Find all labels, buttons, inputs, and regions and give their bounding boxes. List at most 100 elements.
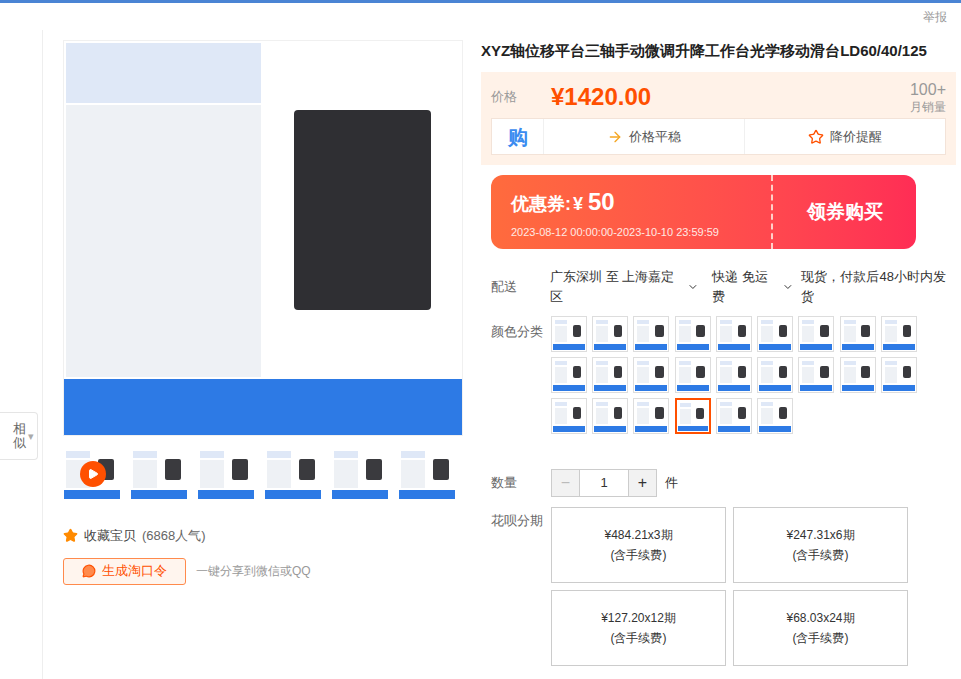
play-icon[interactable] xyxy=(80,461,106,487)
color-option[interactable] xyxy=(675,357,711,393)
delivery-row: 配送广东深圳 至 上海嘉定区快递 免运费现货，付款后48小时内发货 xyxy=(481,267,956,306)
star-outline-icon xyxy=(808,129,824,145)
gallery: 收藏宝贝(6868人气) 生成淘口令一键分享到微信或QQ xyxy=(43,40,463,679)
color-option[interactable] xyxy=(675,398,711,434)
product-picture xyxy=(64,41,462,435)
color-row: 颜色分类 xyxy=(481,316,956,434)
color-option[interactable] xyxy=(551,398,587,434)
product-picture xyxy=(678,401,708,431)
price-trend[interactable]: 价格平稳 xyxy=(544,119,745,154)
color-option[interactable] xyxy=(716,316,752,352)
thumbnail-row xyxy=(63,448,463,500)
product-picture xyxy=(883,318,915,350)
product-picture xyxy=(553,400,585,432)
product-picture xyxy=(800,318,832,350)
plus-button[interactable]: + xyxy=(629,470,656,496)
quantity-input[interactable]: 1 xyxy=(579,470,629,496)
product-picture xyxy=(553,359,585,391)
product-title: XYZ轴位移平台三轴手动微调升降工作台光学移动滑台LD60/40/125 xyxy=(481,40,956,62)
route-select[interactable]: 广东深圳 至 上海嘉定区 xyxy=(550,267,698,306)
installment-row: 花呗分期¥484.21x3期(含手续费)¥247.31x6期(含手续费)¥127… xyxy=(481,507,956,666)
page: 举报相似▾ 收藏宝贝(6868人气) 生成淘口令一键分享到微信或QQ XYZ轴位移平台… xyxy=(0,0,961,679)
share-hint: 一键分享到微信或QQ xyxy=(196,562,311,580)
color-option[interactable] xyxy=(881,357,917,393)
color-option[interactable] xyxy=(592,316,628,352)
product-picture xyxy=(718,359,750,391)
header-row: 举报 xyxy=(0,3,961,30)
dropdown-icon xyxy=(782,281,794,293)
product-picture xyxy=(718,318,750,350)
thumbnail[interactable] xyxy=(331,448,389,500)
price-alert[interactable]: 降价提醒 xyxy=(745,119,945,154)
color-option[interactable] xyxy=(633,316,669,352)
product-picture xyxy=(842,359,874,391)
product-picture xyxy=(635,400,667,432)
buy-badge: 购 xyxy=(492,119,544,154)
product-picture xyxy=(265,449,321,499)
favorite[interactable]: 收藏宝贝(6868人气) xyxy=(63,526,463,546)
installment-option[interactable]: ¥484.21x3期(含手续费) xyxy=(551,507,726,583)
product-picture xyxy=(131,449,187,499)
dropdown-icon xyxy=(687,281,699,293)
product-picture xyxy=(594,359,626,391)
color-option[interactable] xyxy=(592,357,628,393)
product-picture xyxy=(553,318,585,350)
product-picture xyxy=(718,400,750,432)
price-panel: 价格¥1420.00100+月销量购价格平稳降价提醒 xyxy=(481,72,956,165)
color-option[interactable] xyxy=(675,316,711,352)
quantity-row: 数量−1+件 xyxy=(481,469,956,497)
color-option[interactable] xyxy=(551,316,587,352)
product-picture xyxy=(635,318,667,350)
color-option[interactable] xyxy=(716,357,752,393)
color-option[interactable] xyxy=(881,316,917,352)
product-picture xyxy=(883,359,915,391)
color-option[interactable] xyxy=(757,398,793,434)
sales: 100+月销量 xyxy=(910,80,946,115)
color-option[interactable] xyxy=(592,398,628,434)
main: 收藏宝贝(6868人气) 生成淘口令一键分享到微信或QQ XYZ轴位移平台三轴手动微… xyxy=(42,30,961,679)
arrow-icon xyxy=(607,129,623,145)
color-option[interactable] xyxy=(840,357,876,393)
minus-button[interactable]: − xyxy=(552,470,579,496)
installment-option[interactable]: ¥68.03x24期(含手续费) xyxy=(733,590,908,666)
coupon[interactable]: 优惠券:¥502023-08-12 00:00:00-2023-10-10 23… xyxy=(491,175,916,249)
product-picture xyxy=(594,400,626,432)
color-option[interactable] xyxy=(798,357,834,393)
product-picture xyxy=(800,359,832,391)
product-picture xyxy=(332,449,388,499)
product-picture xyxy=(198,449,254,499)
thumbnail[interactable] xyxy=(130,448,188,500)
color-option[interactable] xyxy=(633,357,669,393)
price: ¥1420.00 xyxy=(551,85,651,109)
product-picture xyxy=(759,400,791,432)
color-option[interactable] xyxy=(798,316,834,352)
color-option[interactable] xyxy=(840,316,876,352)
share-row: 生成淘口令一键分享到微信或QQ xyxy=(63,558,463,585)
thumbnail[interactable] xyxy=(63,448,121,500)
details: XYZ轴位移平台三轴手动微调升降工作台光学移动滑台LD60/40/125价格¥1… xyxy=(481,40,956,679)
color-option[interactable] xyxy=(551,357,587,393)
share-button[interactable]: 生成淘口令 xyxy=(63,558,186,585)
thumbnail[interactable] xyxy=(197,448,255,500)
side-tab[interactable]: 相似▾ xyxy=(0,412,38,460)
price-tools: 购价格平稳降价提醒 xyxy=(491,118,946,155)
product-picture xyxy=(635,359,667,391)
product-picture xyxy=(677,318,709,350)
shipping-select[interactable]: 快递 免运费 xyxy=(712,267,793,306)
report-link[interactable]: 举报 xyxy=(921,8,949,26)
color-option[interactable] xyxy=(757,316,793,352)
color-option[interactable] xyxy=(757,357,793,393)
top-bar xyxy=(0,0,961,3)
product-picture xyxy=(594,318,626,350)
thumbnail[interactable] xyxy=(398,448,456,500)
main-image xyxy=(63,40,463,436)
product-picture xyxy=(399,449,455,499)
product-picture xyxy=(759,318,791,350)
product-picture xyxy=(759,359,791,391)
color-option[interactable] xyxy=(633,398,669,434)
color-option[interactable] xyxy=(716,398,752,434)
installment-option[interactable]: ¥127.20x12期(含手续费) xyxy=(551,590,726,666)
installment-option[interactable]: ¥247.31x6期(含手续费) xyxy=(733,507,908,583)
chat-icon xyxy=(82,564,96,578)
thumbnail[interactable] xyxy=(264,448,322,500)
